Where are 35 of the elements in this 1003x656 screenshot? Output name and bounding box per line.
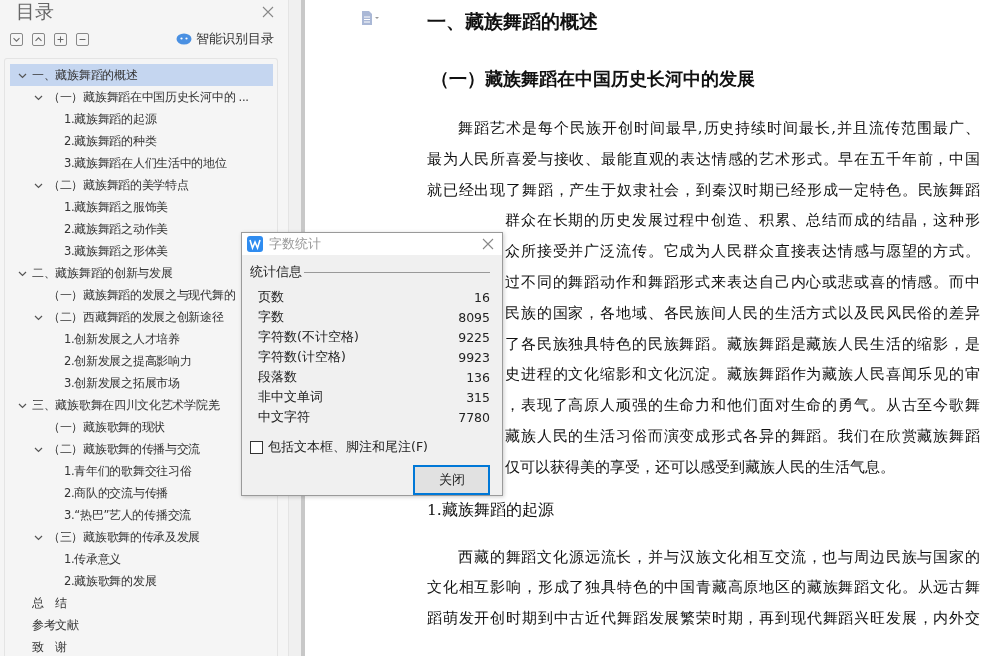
stat-label: 段落数 [258, 368, 297, 386]
stat-label: 中文字符 [258, 408, 310, 426]
paragraph-line: 众所接受并广泛流传。它成为人民群众直接表达情感与愿望的方式。 [505, 241, 980, 263]
paragraph-line: 蹈萌发开创时期到中古近代舞蹈发展繁荣时期，再到现代舞蹈兴旺发展，内外交 [427, 608, 980, 630]
paragraph-line: 就已经出现了舞蹈，产生于奴隶社会，到秦汉时期已经形成一定特色。民族舞蹈 [427, 179, 980, 201]
stat-label: 非中文单词 [258, 388, 323, 406]
paragraph-line: ，表现了高原人顽强的生命力和他们面对生命的勇气。从古至今歌舞 [505, 395, 980, 417]
stat-value: 315 [466, 389, 490, 405]
stat-label: 字符数(计空格) [258, 348, 346, 366]
paragraph-line: 舞蹈艺术是每个民族开创时间最早,历史持续时间最长,并且流传范围最广、 [458, 118, 980, 139]
section-heading: 1.藏族舞蹈的起源 [427, 499, 555, 521]
stat-value: 7780 [458, 409, 490, 425]
subheading: （一）藏族舞蹈在中国历史长河中的发展 [431, 67, 756, 91]
paragraph-line: 文化相互影响，形成了独具特色的中国青藏高原地区的藏族舞蹈文化。从远古舞 [427, 577, 980, 599]
heading: 一、藏族舞蹈的概述 [427, 9, 599, 34]
panel-title: 目录 [16, 0, 54, 24]
stat-value: 136 [466, 369, 490, 385]
stat-value: 8095 [458, 309, 490, 325]
paragraph-line: 了各民族独具特色的民族舞蹈。藏族舞蹈是藏族人民生活的缩影，是 [505, 333, 980, 355]
paragraph-line: 藏族人民的生活习俗而演变成形式各异的舞蹈。我们在欣赏藏族舞蹈 [505, 425, 980, 447]
stat-value: 9225 [458, 329, 490, 345]
paragraph-line: 民族的国家，各地域、各民族间人民的生活方式以及民风民俗的差异 [505, 302, 980, 324]
stat-value: 16 [474, 289, 490, 305]
stat-label: 字数 [258, 308, 284, 326]
stat-label: 字符数(不计空格) [258, 328, 359, 346]
paragraph-line: 西藏的舞蹈文化源远流长，并与汉族文化相互交流，也与周边民族与国家的 [458, 546, 980, 568]
paragraph-line: 仅可以获得美的享受，还可以感受到藏族人民的生活气息。 [505, 456, 896, 478]
paragraph-line: 最为人民所喜爱与接收、最能直观的表达情感的艺术形式。早在五千年前，中国 [427, 148, 980, 170]
paragraph-line: 群众在长期的历史发展过程中创造、积累、总结而成的结晶，这种形 [505, 210, 980, 232]
stat-label: 页数 [258, 288, 284, 306]
stat-value: 9923 [458, 349, 490, 365]
paragraph-line: 过不同的舞蹈动作和舞蹈形式来表达自己内心或悲或喜的情感。而中 [505, 272, 980, 293]
group-label: 统计信息 [250, 263, 302, 281]
dialog-title: 字数统计 [269, 235, 322, 253]
paragraph-line: 史进程的文化缩影和文化沉淀。藏族舞蹈作为藏族人民喜闻乐见的审 [505, 364, 980, 386]
